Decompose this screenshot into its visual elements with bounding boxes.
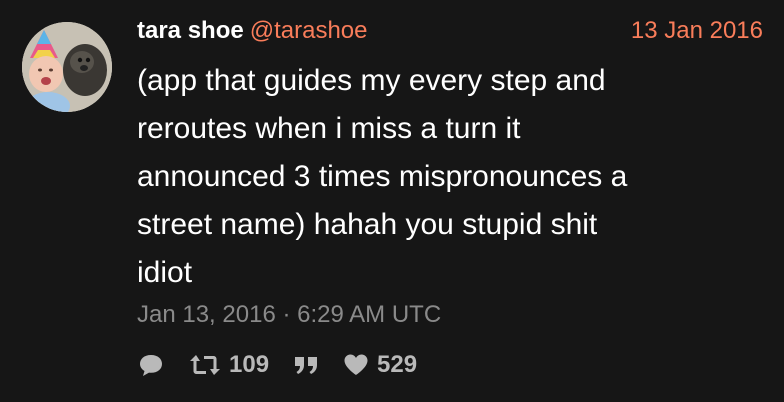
heart-icon xyxy=(344,354,368,375)
replies-stat[interactable] xyxy=(137,351,165,379)
avatar-image-icon xyxy=(22,22,112,112)
likes-count: 529 xyxy=(377,351,418,378)
retweets-count: 109 xyxy=(229,351,270,378)
avatar[interactable] xyxy=(22,22,112,112)
tweet-published: Jan 13, 2016 · 6:29 AM UTC xyxy=(137,301,442,328)
tweet-header: tara shoe @tarashoe 13 Jan 2016 xyxy=(137,14,763,48)
fullname-link[interactable]: tara shoe xyxy=(137,17,244,44)
tweet-date-link[interactable]: 13 Jan 2016 xyxy=(631,14,763,48)
username-link[interactable]: @tarashoe xyxy=(250,17,368,44)
retweets-stat[interactable]: 109 xyxy=(189,351,269,379)
retweet-icon xyxy=(190,355,220,375)
tweet-stats: 109 529 xyxy=(137,348,441,382)
tweet: tara shoe @tarashoe 13 Jan 2016 (app that… xyxy=(0,0,784,402)
likes-stat[interactable]: 529 xyxy=(343,351,417,379)
comment-icon xyxy=(140,355,162,376)
quote-icon xyxy=(295,357,318,374)
tweet-content: (app that guides my every step and rerou… xyxy=(137,64,628,289)
quotes-stat[interactable] xyxy=(293,354,319,376)
